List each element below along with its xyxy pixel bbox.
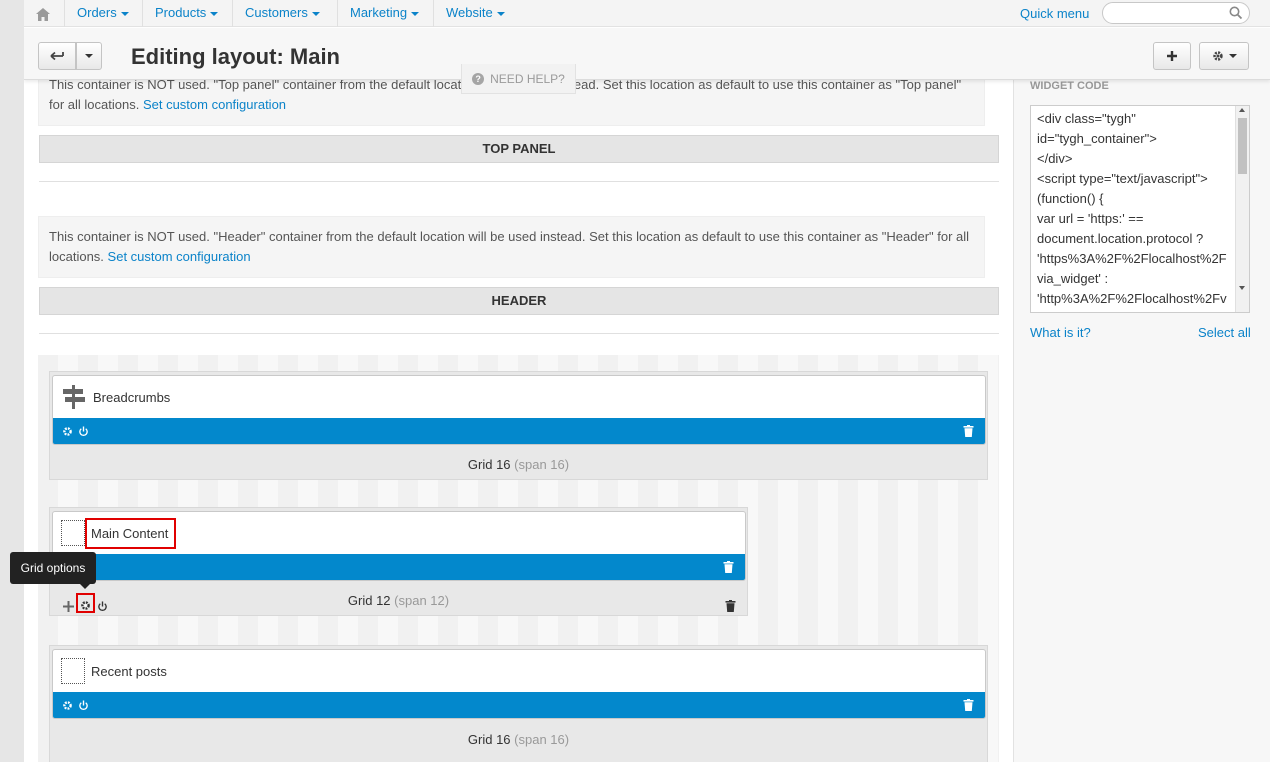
- gear-icon: [1212, 51, 1223, 61]
- grid-span: (span 12): [394, 593, 450, 608]
- tooltip-arrow: [80, 584, 90, 589]
- grid-footer: Grid 16 (span 16): [50, 727, 987, 754]
- signpost-icon: [63, 385, 85, 409]
- settings-dropdown-button[interactable]: [1199, 42, 1249, 70]
- grid-options-tooltip: Grid options: [10, 552, 96, 584]
- top-panel-label: TOP PANEL: [39, 135, 999, 163]
- block-toolbar: [53, 418, 985, 444]
- need-help-label: NEED HELP?: [490, 71, 565, 86]
- back-dropdown-button[interactable]: [76, 42, 102, 70]
- scroll-thumb[interactable]: [1238, 118, 1247, 174]
- placeholder-icon: [61, 520, 85, 546]
- block-title: Breadcrumbs: [93, 389, 171, 405]
- trash-icon[interactable]: [723, 561, 734, 576]
- grid-breadcrumbs: Breadcrumbs Grid 16 (span 16): [49, 371, 988, 480]
- highlight-main-content: [85, 518, 176, 549]
- select-all-link[interactable]: Select all: [1198, 325, 1251, 340]
- block-breadcrumbs[interactable]: Breadcrumbs: [52, 375, 986, 445]
- trash-icon[interactable]: [725, 595, 736, 621]
- search-field[interactable]: [1102, 2, 1250, 24]
- grid-name: Grid 16: [467, 732, 511, 747]
- header-notice: This container is NOT used. "Header" con…: [38, 216, 985, 278]
- back-button[interactable]: [38, 42, 76, 70]
- power-icon[interactable]: [97, 595, 108, 621]
- highlight-grid-options: [76, 593, 95, 613]
- power-icon[interactable]: [78, 425, 89, 440]
- scrollbar[interactable]: [1235, 106, 1249, 312]
- grid-span: (span 16): [514, 732, 570, 747]
- need-help-button[interactable]: ? NEED HELP?: [461, 64, 576, 94]
- gear-icon[interactable]: [62, 699, 73, 714]
- divider: [39, 333, 999, 334]
- help-icon: ?: [472, 72, 485, 85]
- layout-editor: This container is NOT used. "Top panel" …: [24, 0, 1014, 762]
- chevron-down-icon: [85, 54, 93, 58]
- chevron-down-icon: [1228, 54, 1237, 58]
- page-header: Editing layout: Main: [24, 28, 1270, 80]
- add-button[interactable]: [1153, 42, 1191, 70]
- divider: [39, 181, 999, 182]
- plus-icon[interactable]: [63, 595, 74, 621]
- scroll-down-icon[interactable]: [1239, 286, 1245, 290]
- plus-icon: [1167, 51, 1177, 61]
- page-title: Editing layout: Main: [131, 44, 340, 69]
- block-recent-posts[interactable]: Recent posts: [52, 649, 986, 719]
- search-icon[interactable]: [1229, 6, 1243, 23]
- search-input[interactable]: [1111, 3, 1231, 23]
- sidebar: WIDGET CODE <div class="tygh" id="tygh_c…: [1013, 80, 1270, 762]
- block-toolbar: [53, 692, 985, 718]
- grid-footer: Grid 12 (span 12): [50, 588, 747, 615]
- main-container-grid-area: Breadcrumbs Grid 16 (span 16) Main Conte…: [38, 355, 999, 762]
- block-toolbar: [53, 554, 745, 580]
- placeholder-icon: [61, 658, 85, 684]
- widget-code-title: WIDGET CODE: [1030, 80, 1109, 92]
- header-label: HEADER: [39, 287, 999, 315]
- grid-footer: Grid 16 (span 16): [50, 452, 987, 479]
- widget-code-textarea[interactable]: <div class="tygh" id="tygh_container"> <…: [1030, 105, 1250, 313]
- quick-menu-link[interactable]: Quick menu: [1020, 6, 1089, 21]
- gear-icon[interactable]: [62, 425, 73, 440]
- grid-name: Grid 12: [347, 593, 391, 608]
- grid-recent-posts: Recent posts Grid 16 (span 16): [49, 645, 988, 762]
- top-panel-custom-config-link[interactable]: Set custom configuration: [143, 97, 286, 112]
- scroll-up-icon[interactable]: [1239, 108, 1245, 112]
- block-title: Recent posts: [91, 663, 167, 679]
- what-is-it-link[interactable]: What is it?: [1030, 325, 1091, 340]
- widget-code-text: <div class="tygh" id="tygh_container"> <…: [1037, 111, 1227, 306]
- trash-icon[interactable]: [963, 425, 974, 440]
- back-arrow-icon: [50, 51, 64, 61]
- grid-span: (span 16): [514, 457, 570, 472]
- trash-icon[interactable]: [963, 699, 974, 714]
- header-custom-config-link[interactable]: Set custom configuration: [108, 249, 251, 264]
- power-icon[interactable]: [78, 699, 89, 714]
- grid-name: Grid 16: [467, 457, 511, 472]
